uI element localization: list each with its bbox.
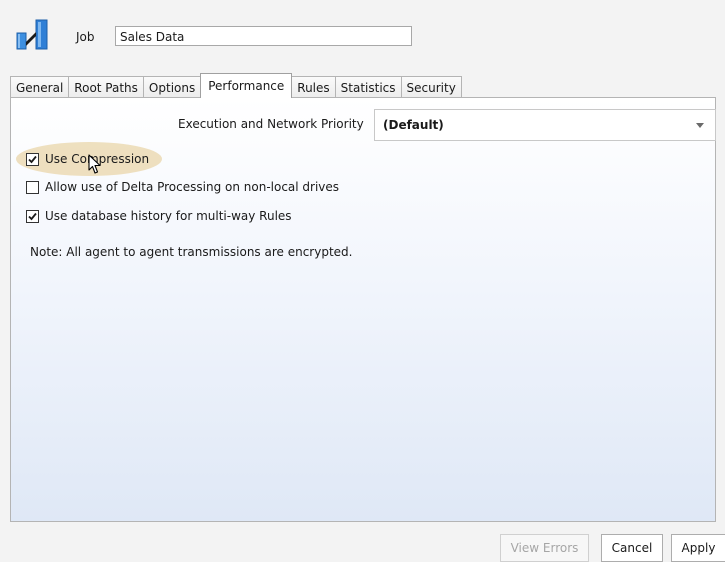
checkmark-icon bbox=[28, 155, 37, 163]
apply-button[interactable]: Apply bbox=[671, 534, 725, 562]
priority-dropdown[interactable]: (Default) bbox=[374, 109, 716, 141]
job-label: Job bbox=[76, 30, 95, 44]
use-compression-checkbox[interactable] bbox=[26, 152, 39, 166]
tab-options[interactable]: Options bbox=[142, 76, 202, 98]
database-history-option[interactable]: Use database history for multi-way Rules bbox=[26, 207, 292, 225]
priority-selected-value: (Default) bbox=[383, 118, 444, 132]
tab-security[interactable]: Security bbox=[400, 76, 462, 98]
job-icon bbox=[16, 18, 48, 52]
tab-rules[interactable]: Rules bbox=[291, 76, 336, 98]
delta-processing-checkbox[interactable] bbox=[26, 180, 39, 194]
tab-root-paths[interactable]: Root Paths bbox=[68, 76, 144, 98]
delta-processing-label: Allow use of Delta Processing on non-loc… bbox=[45, 180, 340, 194]
cancel-button[interactable]: Cancel bbox=[601, 534, 663, 562]
tab-performance[interactable]: Performance bbox=[200, 73, 293, 98]
tab-statistics[interactable]: Statistics bbox=[334, 76, 402, 98]
encryption-note: Note: All agent to agent transmissions a… bbox=[30, 245, 353, 259]
job-name-input[interactable] bbox=[115, 26, 412, 46]
tab-bar: General Root Paths Options Performance R… bbox=[10, 73, 462, 98]
checkmark-icon bbox=[28, 212, 37, 220]
tab-general[interactable]: General bbox=[10, 76, 70, 98]
view-errors-button[interactable]: View Errors bbox=[500, 534, 589, 562]
priority-label: Execution and Network Priority bbox=[178, 117, 364, 131]
mouse-pointer-icon bbox=[88, 154, 104, 176]
database-history-checkbox[interactable] bbox=[26, 209, 39, 223]
delta-processing-option[interactable]: Allow use of Delta Processing on non-loc… bbox=[26, 178, 339, 196]
database-history-label: Use database history for multi-way Rules bbox=[45, 209, 292, 223]
chevron-down-icon bbox=[693, 122, 707, 128]
